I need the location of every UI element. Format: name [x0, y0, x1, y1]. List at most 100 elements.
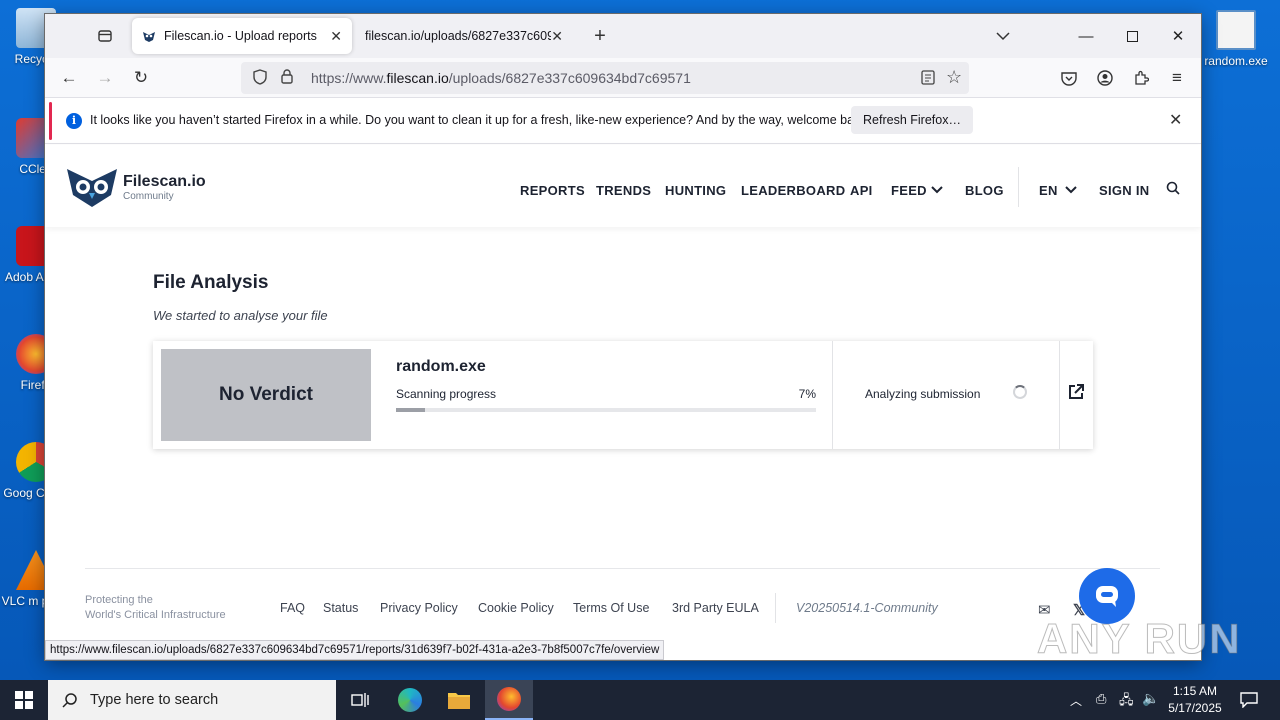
- tagline-line-2: World's Critical Infrastructure: [85, 609, 226, 621]
- plus-icon: +: [594, 24, 606, 47]
- network-icon[interactable]: 🖧: [1119, 691, 1134, 713]
- footer-divider-vertical: [775, 593, 776, 623]
- version-label: V20250514.1-Community: [796, 601, 938, 615]
- progress-bar: [396, 408, 816, 412]
- pocket-icon: [1061, 71, 1077, 86]
- loading-spinner-icon: [1013, 385, 1027, 399]
- list-all-tabs-button[interactable]: [989, 22, 1017, 50]
- progress-bar-fill: [396, 408, 426, 412]
- taskbar-file-explorer[interactable]: [435, 680, 483, 720]
- reload-icon: ↻: [133, 68, 149, 87]
- footer-tagline: Protecting the World's Critical Infrastr…: [85, 593, 226, 623]
- taskbar-edge[interactable]: [386, 680, 434, 720]
- nav-trends[interactable]: TRENDS: [596, 183, 651, 198]
- url-text: https://www.filescan.io/uploads/6827e337…: [311, 70, 691, 86]
- firefox-window: Filescan.io - Upload reports ✕ filescan.…: [45, 14, 1201, 660]
- notification-center-button[interactable]: [1225, 680, 1273, 720]
- analysis-card[interactable]: No Verdict random.exe Scanning progress …: [153, 341, 1093, 449]
- close-window-button[interactable]: ✕: [1155, 14, 1201, 58]
- task-view-icon: [351, 693, 369, 707]
- tab-bar: Filescan.io - Upload reports ✕ filescan.…: [45, 14, 1201, 58]
- url-host: filescan.io: [386, 70, 449, 86]
- windows-logo-icon: [15, 691, 33, 709]
- tab-label: filescan.io/uploads/6827e337c60963: [365, 29, 551, 43]
- bookmark-star-icon[interactable]: ☆: [946, 67, 962, 88]
- new-tab-button[interactable]: +: [586, 22, 614, 50]
- nav-leaderboard[interactable]: LEADERBOARD: [741, 183, 845, 198]
- anyrun-watermark: ANY RUN: [1037, 615, 1242, 663]
- search-icon[interactable]: [1166, 181, 1180, 195]
- logo-subtitle: Community: [123, 190, 174, 202]
- footer-divider: [85, 568, 1160, 569]
- tray-device-icon[interactable]: ⎙: [1096, 691, 1106, 707]
- filescan-logo[interactable]: Filescan.io Community: [65, 165, 206, 209]
- close-tab-icon[interactable]: ✕: [330, 28, 342, 45]
- footer-link-privacy[interactable]: Privacy Policy: [380, 601, 458, 615]
- taskbar-firefox[interactable]: [485, 680, 533, 720]
- reader-view-icon[interactable]: [921, 70, 935, 88]
- nav-feed[interactable]: FEED: [891, 183, 927, 198]
- minimize-button[interactable]: —: [1063, 14, 1109, 58]
- taskbar-clock[interactable]: 1:15 AM 5/17/2025: [1160, 683, 1230, 717]
- tray-chevron-up-icon[interactable]: ︿: [1070, 692, 1082, 709]
- footer-link-faq[interactable]: FAQ: [280, 601, 305, 615]
- start-button[interactable]: [0, 680, 48, 720]
- back-button[interactable]: ←: [55, 64, 83, 92]
- shield-icon: [253, 68, 269, 88]
- chevron-down-icon: [931, 186, 943, 194]
- nav-hunting[interactable]: HUNTING: [665, 183, 726, 198]
- taskbar: Type here to search ︿ ⎙ 🖧 🔈 1:15 AM 5/17…: [0, 680, 1280, 720]
- folder-icon: [448, 693, 470, 709]
- verdict-badge: No Verdict: [161, 349, 371, 441]
- navigation-toolbar: ← → ↻ https://www.filescan.io/uploads/68…: [45, 58, 1201, 98]
- nav-divider: [1018, 167, 1019, 207]
- search-placeholder: Type here to search: [90, 692, 219, 708]
- taskbar-search-box[interactable]: Type here to search: [48, 680, 336, 720]
- nav-api[interactable]: API: [850, 183, 873, 198]
- clock-time: 1:15 AM: [1172, 684, 1218, 698]
- pocket-button[interactable]: [1055, 64, 1083, 92]
- nav-reports[interactable]: REPORTS: [520, 183, 585, 198]
- footer-link-eula[interactable]: 3rd Party EULA: [672, 601, 759, 615]
- forward-button[interactable]: →: [91, 64, 119, 92]
- refresh-firefox-button[interactable]: Refresh Firefox…: [851, 106, 973, 134]
- close-tab-icon[interactable]: ✕: [551, 28, 563, 45]
- language-selector[interactable]: EN: [1039, 183, 1058, 198]
- url-bar[interactable]: https://www.filescan.io/uploads/6827e337…: [241, 62, 969, 94]
- chevron-down-icon: [996, 32, 1010, 41]
- footer-link-status[interactable]: Status: [323, 601, 358, 615]
- link-status-bar: https://www.filescan.io/uploads/6827e337…: [45, 640, 665, 660]
- volume-icon[interactable]: 🔈: [1142, 690, 1159, 707]
- maximize-button[interactable]: [1109, 14, 1155, 58]
- tab-filescan-upload-reports[interactable]: Filescan.io - Upload reports ✕: [132, 18, 352, 54]
- minimize-icon: —: [1078, 27, 1094, 45]
- app-menu-button[interactable]: ≡: [1163, 64, 1191, 92]
- firefox-view-button[interactable]: [91, 22, 119, 50]
- close-notification-icon[interactable]: ✕: [1169, 110, 1182, 130]
- task-view-button[interactable]: [336, 680, 384, 720]
- desktop-icon-label: random.exe: [1204, 54, 1268, 68]
- reload-button[interactable]: ↻: [127, 64, 155, 92]
- footer-link-terms[interactable]: Terms Of Use: [573, 601, 649, 615]
- nav-feed-label: FEED: [891, 183, 927, 198]
- analysis-status: Analyzing submission: [865, 387, 981, 401]
- notification-bar: i It looks like you haven’t started Fire…: [45, 98, 1201, 144]
- search-icon: [62, 693, 77, 708]
- edge-icon: [398, 688, 422, 712]
- account-icon: [1097, 70, 1113, 86]
- desktop-icon-random-exe[interactable]: random.exe: [1200, 10, 1272, 69]
- sign-in-link[interactable]: SIGN IN: [1099, 183, 1150, 198]
- page-title: File Analysis: [153, 272, 269, 293]
- account-button[interactable]: [1091, 64, 1119, 92]
- external-link-icon[interactable]: [1067, 383, 1085, 401]
- footer-link-cookie[interactable]: Cookie Policy: [478, 601, 554, 615]
- nav-blog[interactable]: BLOG: [965, 183, 1004, 198]
- extensions-button[interactable]: [1127, 64, 1155, 92]
- notification-icon: [1240, 692, 1258, 708]
- file-name: random.exe: [396, 358, 486, 375]
- filescan-favicon-icon: [143, 32, 155, 42]
- filescan-page: Filescan.io Community REPORTS TRENDS HUN…: [45, 145, 1201, 660]
- tab-label: Filescan.io - Upload reports: [164, 29, 317, 43]
- tab-filescan-uploads[interactable]: filescan.io/uploads/6827e337c60963 ✕: [355, 18, 573, 54]
- tagline-line-1: Protecting the: [85, 594, 153, 606]
